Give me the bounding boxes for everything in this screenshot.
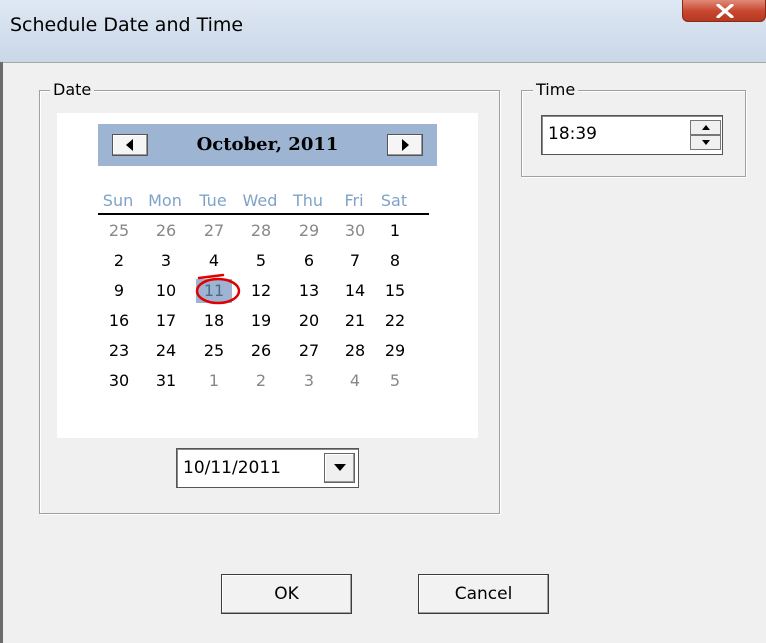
calendar-day[interactable]: 15 [377, 279, 413, 303]
calendar-day-selected[interactable]: 11 [196, 279, 232, 303]
calendar-day[interactable]: 26 [243, 339, 279, 363]
calendar-day[interactable]: 8 [377, 249, 413, 273]
calendar-day[interactable]: 25 [196, 339, 232, 363]
calendar-day[interactable]: 6 [291, 249, 327, 273]
calendar-day-other-month[interactable]: 26 [148, 219, 184, 243]
prev-month-button[interactable] [112, 134, 148, 156]
weekday-label: Mon [148, 191, 182, 210]
date-dropdown[interactable]: 10/11/2011 [176, 448, 359, 488]
weekday-divider [98, 213, 429, 215]
date-value: 10/11/2011 [183, 458, 281, 478]
calendar-day[interactable]: 29 [377, 339, 413, 363]
title-separator [0, 62, 766, 63]
calendar-day-other-month[interactable]: 28 [243, 219, 279, 243]
time-spin-down-button[interactable] [690, 135, 721, 150]
calendar-day[interactable]: 28 [337, 339, 373, 363]
calendar-day[interactable]: 21 [337, 309, 373, 333]
next-month-button[interactable] [387, 134, 423, 156]
time-value: 18:39 [548, 124, 597, 144]
date-dropdown-button[interactable] [324, 453, 355, 483]
calendar-day-other-month[interactable]: 30 [337, 219, 373, 243]
calendar-day[interactable]: 2 [101, 249, 137, 273]
weekday-label: Thu [292, 191, 324, 210]
calendar-day[interactable]: 4 [196, 249, 232, 273]
calendar-day[interactable]: 14 [337, 279, 373, 303]
calendar-header: October, 2011 [98, 124, 437, 166]
window-title: Schedule Date and Time [10, 14, 244, 36]
calendar-day[interactable]: 1 [377, 219, 413, 243]
cancel-button[interactable]: Cancel [418, 574, 549, 614]
weekday-label: Sun [102, 191, 134, 210]
spin-down-icon [702, 140, 710, 145]
calendar-day[interactable]: 16 [101, 309, 137, 333]
calendar-day[interactable]: 9 [101, 279, 137, 303]
calendar-day[interactable]: 22 [377, 309, 413, 333]
calendar-day-other-month[interactable]: 27 [196, 219, 232, 243]
calendar-day[interactable]: 24 [148, 339, 184, 363]
date-group-label: Date [50, 80, 95, 99]
window-frame-edge [0, 62, 3, 643]
calendar-day-other-month[interactable]: 29 [291, 219, 327, 243]
calendar-day-other-month[interactable]: 4 [337, 369, 373, 393]
time-input[interactable]: 18:39 [541, 115, 723, 155]
weekday-label: Sat [380, 191, 408, 210]
calendar-day[interactable]: 12 [243, 279, 279, 303]
calendar-day-other-month[interactable]: 25 [101, 219, 137, 243]
calendar-day[interactable]: 10 [148, 279, 184, 303]
calendar-day[interactable]: 27 [291, 339, 327, 363]
calendar-day-other-month[interactable]: 3 [291, 369, 327, 393]
calendar: October, 2011 Sun Mon Tue Wed Thu Fri Sa… [57, 113, 478, 438]
weekday-header: Sun Mon Tue Wed Thu Fri Sat [98, 191, 437, 213]
calendar-day[interactable]: 7 [337, 249, 373, 273]
title-bar: Schedule Date and Time [0, 0, 766, 62]
weekday-label: Tue [199, 191, 227, 210]
time-group-label: Time [533, 80, 579, 99]
weekday-label: Wed [242, 191, 278, 210]
calendar-day[interactable]: 13 [291, 279, 327, 303]
spin-up-icon [702, 125, 710, 130]
chevron-left-icon [126, 139, 133, 151]
calendar-day[interactable]: 23 [101, 339, 137, 363]
time-spin-up-button[interactable] [690, 120, 721, 135]
calendar-day-other-month[interactable]: 1 [196, 369, 232, 393]
close-icon [716, 4, 734, 18]
calendar-day[interactable]: 5 [243, 249, 279, 273]
calendar-day-other-month[interactable]: 5 [377, 369, 413, 393]
chevron-down-icon [334, 464, 346, 471]
calendar-day[interactable]: 3 [148, 249, 184, 273]
calendar-day[interactable]: 19 [243, 309, 279, 333]
calendar-day[interactable]: 31 [148, 369, 184, 393]
calendar-day-other-month[interactable]: 2 [243, 369, 279, 393]
calendar-day[interactable]: 17 [148, 309, 184, 333]
close-button[interactable] [682, 0, 766, 22]
calendar-day[interactable]: 18 [196, 309, 232, 333]
calendar-day[interactable]: 20 [291, 309, 327, 333]
chevron-right-icon [402, 139, 409, 151]
ok-button[interactable]: OK [221, 574, 352, 614]
calendar-day[interactable]: 30 [101, 369, 137, 393]
